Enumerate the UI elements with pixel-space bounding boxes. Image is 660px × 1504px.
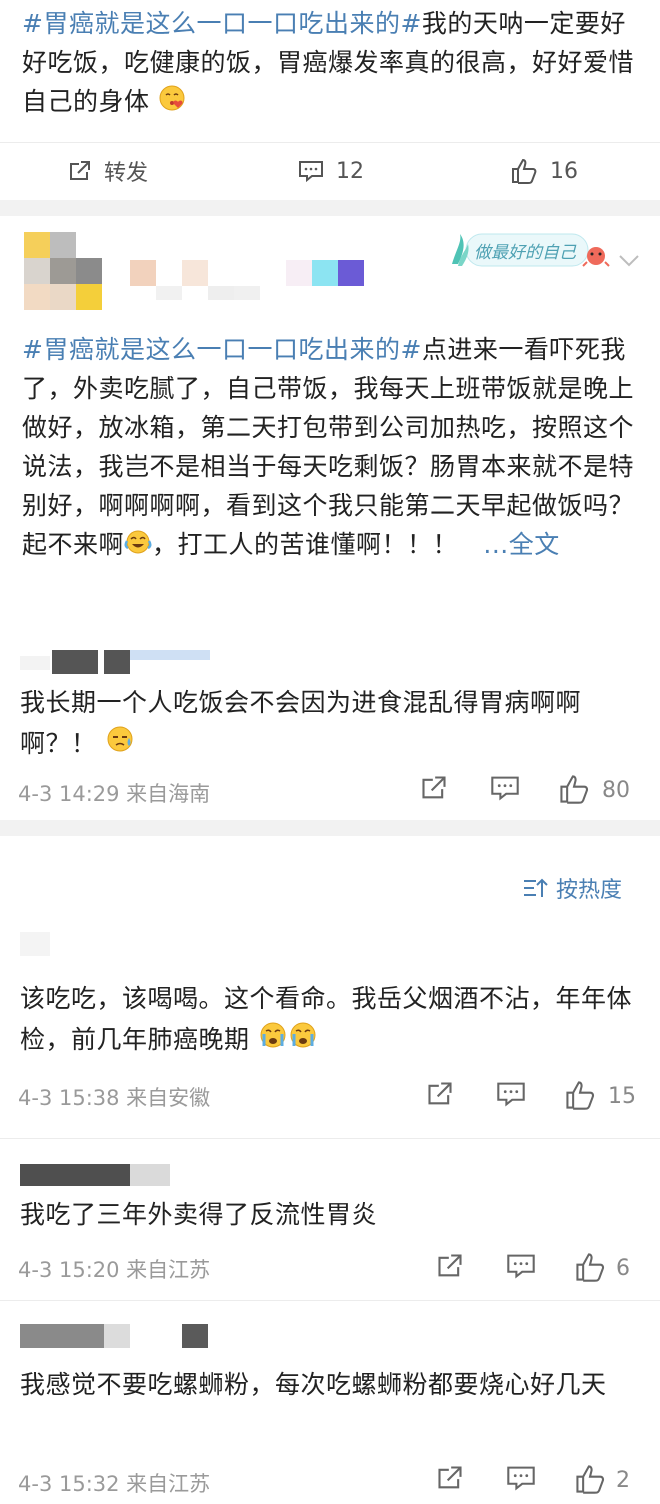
crying-emoji-icon [288, 1020, 318, 1062]
comment-text: 我吃了三年外卖得了反流性胃炎 [20, 1200, 378, 1229]
thumbs-up-icon[interactable] [574, 1464, 606, 1494]
comment-button[interactable]: 12 [298, 148, 364, 194]
comment-icon[interactable] [506, 1252, 536, 1280]
comment-icon [299, 161, 323, 183]
username-blurred[interactable] [130, 260, 370, 300]
like-count: 2 [616, 1468, 630, 1493]
avatar[interactable] [24, 232, 104, 312]
commenter-name-blurred[interactable] [20, 644, 220, 674]
commenter-name-blurred[interactable] [20, 1324, 220, 1350]
comment-actions: 6 [436, 1252, 656, 1292]
divider [0, 1300, 660, 1301]
hashtag-link[interactable]: #胃癌就是这么一口一口吃出来的# [22, 9, 422, 38]
thumbs-up-icon [512, 158, 537, 184]
comment-icon[interactable] [506, 1464, 536, 1492]
divider [0, 142, 660, 143]
section-separator [0, 820, 660, 836]
sort-by-hot-button[interactable]: 按热度 [522, 872, 622, 904]
comment-text: 该吃吃，该喝喝。这个看命。我岳父烟酒不沾，年年体检，前几年肺癌晚期 [20, 978, 640, 1062]
post-card: #胃癌就是这么一口一口吃出来的#我的天呐一定要好好吃饭，吃健康的饭，胃癌爆发率真… [0, 0, 660, 200]
share-icon[interactable] [426, 1080, 454, 1108]
badge-text: 做最好的自己 [474, 243, 576, 263]
share-icon[interactable] [420, 774, 448, 802]
divider [0, 1138, 660, 1139]
commenter-name-blurred[interactable] [20, 932, 50, 956]
repost-body: 点进来一看吓死我了，外卖吃腻了，自己带饭，我每天上班带饭就是晚上做好，放冰箱，第… [22, 335, 635, 559]
section-separator [0, 200, 660, 216]
crying-laughing-emoji-icon [124, 527, 152, 566]
post-text: #胃癌就是这么一口一口吃出来的#我的天呐一定要好好吃饭，吃健康的饭，胃癌爆发率真… [22, 4, 642, 123]
comment-meta: 4-3 14:29 来自海南 [18, 782, 211, 806]
full-text-link[interactable]: 全文 [509, 530, 560, 559]
repost-text: #胃癌就是这么一口一口吃出来的#点进来一看吓死我了，外卖吃腻了，自己带饭，我每天… [22, 330, 642, 566]
like-count: 16 [550, 158, 578, 184]
kiss-heart-emoji-icon [158, 84, 186, 123]
repost-label: 转发 [104, 161, 149, 186]
like-count: 15 [608, 1084, 636, 1109]
repost-button[interactable]: 转发 [68, 148, 148, 194]
thumbs-up-icon[interactable] [574, 1252, 606, 1282]
comment-body: 该吃吃，该喝喝。这个看命。我岳父烟酒不沾，年年体检，前几年肺癌晚期 [20, 984, 633, 1054]
ellipsis: ... [483, 530, 509, 559]
share-icon[interactable] [436, 1252, 464, 1280]
sort-label: 按热度 [556, 878, 623, 903]
like-button[interactable]: 16 [510, 148, 578, 194]
sweat-emoji-icon [105, 724, 135, 766]
hashtag-link[interactable]: #胃癌就是这么一口一口吃出来的# [22, 335, 422, 364]
comment-text: 我感觉不要吃螺蛳粉，每次吃螺蛳粉都要烧心好几天 [20, 1370, 607, 1399]
comment-actions: 2 [436, 1464, 656, 1504]
commenter-name-blurred[interactable] [20, 1164, 210, 1190]
crying-emoji-icon [258, 1020, 288, 1062]
chevron-down-icon[interactable] [618, 254, 640, 268]
sort-icon [524, 878, 548, 897]
comment-meta: 4-3 15:20 来自江苏 [18, 1258, 211, 1282]
comment-icon[interactable] [490, 774, 520, 802]
comment-actions: 80 [420, 774, 640, 814]
comment-text: 我长期一个人吃饭会不会因为进食混乱得胃病啊啊啊？！ [20, 682, 640, 766]
comment-count: 12 [336, 158, 364, 184]
post-actions: 转发 12 16 [0, 148, 660, 194]
thumbs-up-icon[interactable] [564, 1080, 596, 1110]
comment-icon[interactable] [496, 1080, 526, 1108]
like-count: 80 [602, 778, 630, 803]
comment-actions: 15 [426, 1080, 646, 1120]
share-icon[interactable] [436, 1464, 464, 1492]
share-icon [70, 161, 90, 180]
user-badge: 做最好的自己 [446, 226, 616, 280]
repost-body-tail: ，打工人的苦谁懂啊！！！ [152, 530, 459, 559]
thumbs-up-icon[interactable] [558, 774, 590, 804]
comment-meta: 4-3 15:38 来自安徽 [18, 1086, 211, 1110]
comment-meta: 4-3 15:32 来自江苏 [18, 1472, 211, 1496]
like-count: 6 [616, 1256, 630, 1281]
